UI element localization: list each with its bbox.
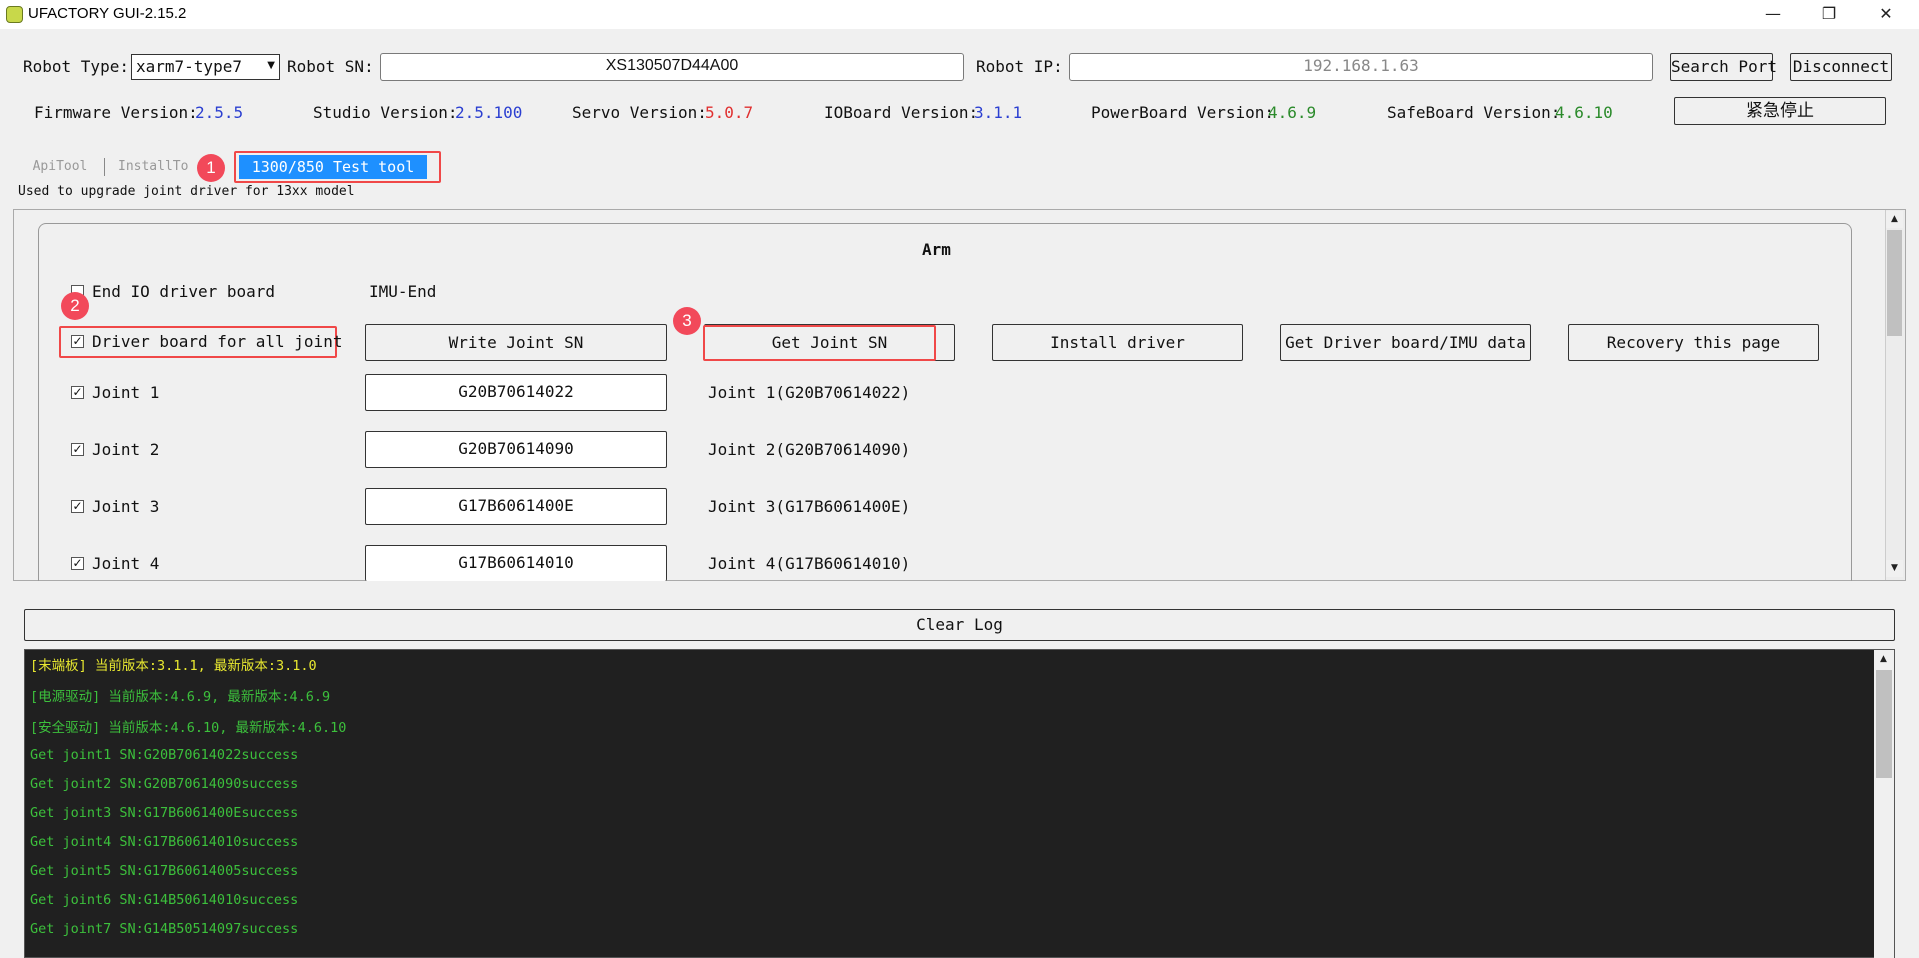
robot-type-value: xarm7-type7: [136, 57, 242, 76]
firmware-version-label: Firmware Version:: [34, 103, 198, 122]
install-driver-button[interactable]: Install driver: [992, 324, 1243, 361]
get-driver-imu-data-button[interactable]: Get Driver board/IMU data: [1280, 324, 1531, 361]
arm-group-box: [38, 223, 1852, 593]
tab-divider: [104, 158, 105, 176]
tab-description: Used to upgrade joint driver for 13xx mo…: [18, 184, 355, 199]
close-button[interactable]: ✕: [1863, 0, 1909, 29]
servo-version-value: 5.0.7: [705, 103, 754, 122]
search-port-button[interactable]: Search Port: [1670, 53, 1777, 81]
emergency-stop-button[interactable]: 紧急停止: [1674, 97, 1886, 125]
highlight-test-tool: [234, 151, 441, 183]
log-line: Get joint7 SN:G14B50514097success: [30, 921, 299, 937]
step-badge-3: 3: [673, 307, 701, 335]
log-scrollbar-thumb[interactable]: [1876, 670, 1892, 778]
joint-3-sn-field[interactable]: G17B6061400E: [365, 488, 667, 525]
joint-4-result: Joint 4(G17B60614010): [708, 554, 911, 573]
log-line: Get joint2 SN:G20B70614090success: [30, 776, 299, 792]
joint-2-result: Joint 2(G20B70614090): [708, 440, 911, 459]
driver-board-all-checkbox[interactable]: ✓: [71, 335, 84, 348]
log-line: [电源驱动] 当前版本:4.6.9, 最新版本:4.6.9: [30, 689, 331, 705]
joint-3-result: Joint 3(G17B6061400E): [708, 497, 911, 516]
write-joint-sn-button[interactable]: Write Joint SN: [365, 324, 667, 361]
log-line: Get joint3 SN:G17B6061400Esuccess: [30, 805, 299, 821]
scrollbar-thumb[interactable]: [1887, 230, 1902, 336]
joint-3-checkbox[interactable]: ✓: [71, 500, 84, 513]
robot-ip-label: Robot IP:: [976, 57, 1063, 76]
servo-version-label: Servo Version:: [572, 103, 707, 122]
joint-4-checkbox[interactable]: ✓: [71, 557, 84, 570]
log-line: [末端板] 当前版本:3.1.1, 最新版本:3.1.0: [30, 658, 317, 674]
app-logo-icon: [6, 6, 23, 23]
disconnect-button[interactable]: Disconnect: [1790, 53, 1892, 81]
robot-sn-label: Robot SN:: [287, 57, 374, 76]
powerboard-version-label: PowerBoard Version:: [1091, 103, 1275, 122]
log-line: Get joint1 SN:G20B70614022success: [30, 747, 299, 763]
joint-2-sn-field[interactable]: G20B70614090: [365, 431, 667, 468]
joint-4-label: Joint 4: [92, 554, 160, 573]
end-io-label: End IO driver board: [92, 282, 276, 301]
studio-version-value: 2.5.100: [455, 103, 523, 122]
robot-ip-field[interactable]: 192.168.1.63: [1069, 53, 1653, 81]
log-line: Get joint5 SN:G17B60614005success: [30, 863, 299, 879]
joint-3-label: Joint 3: [92, 497, 160, 516]
tab-installtool[interactable]: InstallTo: [118, 157, 208, 177]
robot-type-select[interactable]: xarm7-type7 ▼: [131, 54, 280, 80]
restore-button[interactable]: ❐: [1806, 0, 1852, 29]
highlight-get-sn: [703, 325, 936, 361]
panel-gap: [0, 581, 1919, 606]
log-line: [安全驱动] 当前版本:4.6.10, 最新版本:4.6.10: [30, 720, 347, 736]
firmware-version-value: 2.5.5: [195, 103, 244, 122]
joint-1-result: Joint 1(G20B70614022): [708, 383, 911, 402]
step-badge-2: 2: [61, 292, 89, 320]
scroll-up-icon[interactable]: ▲: [1886, 211, 1903, 228]
minimize-button[interactable]: —: [1750, 0, 1796, 29]
imu-end-label: IMU-End: [369, 282, 437, 301]
ioboard-version-label: IOBoard Version:: [824, 103, 979, 122]
chevron-down-icon: ▼: [267, 60, 275, 71]
joint-2-checkbox[interactable]: ✓: [71, 443, 84, 456]
studio-version-label: Studio Version:: [313, 103, 458, 122]
robot-sn-field[interactable]: XS130507D44A00: [380, 53, 964, 81]
scroll-down-icon[interactable]: ▼: [1886, 560, 1903, 577]
tab-apitool[interactable]: ApiTool: [16, 157, 104, 177]
window-title: UFACTORY GUI-2.15.2: [28, 5, 187, 22]
joint-1-checkbox[interactable]: ✓: [71, 386, 84, 399]
robot-type-label: Robot Type:: [23, 57, 129, 76]
ioboard-version-value: 3.1.1: [974, 103, 1023, 122]
log-line: Get joint4 SN:G17B60614010success: [30, 834, 299, 850]
driver-board-all-label: Driver board for all joint: [92, 332, 343, 351]
step-badge-1: 1: [197, 154, 225, 182]
log-scroll-up-icon[interactable]: ▲: [1875, 651, 1892, 668]
safeboard-version-value: 4.6.10: [1555, 103, 1613, 122]
clear-log-button[interactable]: Clear Log: [24, 609, 1895, 641]
powerboard-version-value: 4.6.9: [1268, 103, 1317, 122]
arm-group-title: Arm: [922, 240, 951, 259]
joint-2-label: Joint 2: [92, 440, 160, 459]
log-line: Get joint6 SN:G14B50614010success: [30, 892, 299, 908]
joint-1-label: Joint 1: [92, 383, 160, 402]
safeboard-version-label: SafeBoard Version:: [1387, 103, 1561, 122]
title-bar: [0, 0, 1919, 29]
joint-1-sn-field[interactable]: G20B70614022: [365, 374, 667, 411]
joint-4-sn-field[interactable]: G17B60614010: [365, 545, 667, 581]
recovery-page-button[interactable]: Recovery this page: [1568, 324, 1819, 361]
